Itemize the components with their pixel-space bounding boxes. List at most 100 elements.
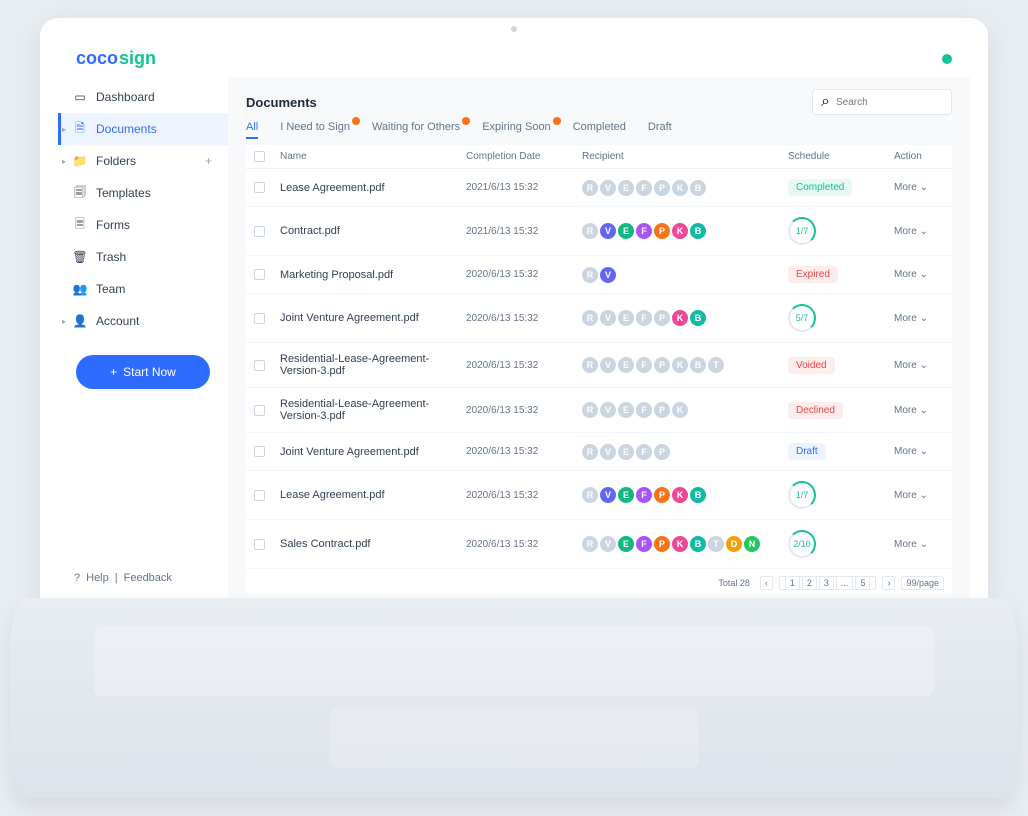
feedback-link[interactable]: Feedback <box>124 572 172 584</box>
pager-page[interactable]: 5 <box>855 576 870 590</box>
more-button[interactable]: More ⌄ <box>894 226 952 237</box>
more-button[interactable]: More ⌄ <box>894 360 952 371</box>
tab-waiting-for-others[interactable]: Waiting for Others <box>372 121 460 139</box>
doc-name[interactable]: Contract.pdf <box>280 225 460 237</box>
more-button[interactable]: More ⌄ <box>894 182 952 193</box>
pager-page[interactable]: 3 <box>819 576 834 590</box>
recipient-avatar: B <box>690 180 706 196</box>
row-checkbox[interactable] <box>254 360 265 371</box>
chevron-down-icon: ⌄ <box>920 360 928 371</box>
recipient-avatar: R <box>582 444 598 460</box>
more-button[interactable]: More ⌄ <box>894 313 952 324</box>
schedule-cell: Voided <box>788 357 888 374</box>
row-checkbox[interactable] <box>254 226 265 237</box>
recipient-avatar: V <box>600 223 616 239</box>
more-button[interactable]: More ⌄ <box>894 405 952 416</box>
notification-badge <box>462 117 470 125</box>
table-row: Contract.pdf2021/6/13 15:32RVEFPKB1/7Mor… <box>246 207 952 256</box>
more-button[interactable]: More ⌄ <box>894 446 952 457</box>
recipient-avatar: B <box>690 310 706 326</box>
row-checkbox[interactable] <box>254 446 265 457</box>
recipient-avatar: V <box>600 357 616 373</box>
pager-prev[interactable]: ‹ <box>760 576 773 590</box>
row-checkbox[interactable] <box>254 539 265 550</box>
recipient-avatar: F <box>636 223 652 239</box>
add-folder-icon[interactable]: + <box>205 154 212 168</box>
table-row: Residential-Lease-Agreement-Version-3.pd… <box>246 343 952 388</box>
progress-ring: 5/7 <box>788 304 816 332</box>
help-link[interactable]: Help <box>86 572 109 584</box>
recipient-avatar: R <box>582 536 598 552</box>
row-checkbox[interactable] <box>254 490 265 501</box>
search-input[interactable] <box>836 97 943 108</box>
sidebar-item-dashboard[interactable]: ▭Dashboard <box>58 81 228 113</box>
logo-part2: sign <box>119 48 156 69</box>
pager-page[interactable]: ... <box>836 576 854 590</box>
col-date[interactable]: Completion Date <box>466 151 576 162</box>
doc-name[interactable]: Residential-Lease-Agreement-Version-3.pd… <box>280 398 460 422</box>
sidebar-item-documents[interactable]: ▸🗎Documents <box>58 113 228 145</box>
chevron-down-icon: ⌄ <box>920 446 928 457</box>
more-button[interactable]: More ⌄ <box>894 539 952 550</box>
logo: cocosign <box>76 48 156 69</box>
recipient-avatar: K <box>672 487 688 503</box>
recipient-avatar: P <box>654 357 670 373</box>
sidebar-item-templates[interactable]: 🗐Templates <box>58 177 228 209</box>
tab-i-need-to-sign[interactable]: I Need to Sign <box>280 121 350 139</box>
pager-next[interactable]: › <box>882 576 895 590</box>
tab-completed[interactable]: Completed <box>573 121 626 139</box>
sidebar: ▭Dashboard ▸ 🗎 Documents ▸📁Folders+🗐Template… <box>58 77 228 598</box>
recipient-avatar: F <box>636 357 652 373</box>
recipient-avatar: P <box>654 444 670 460</box>
search-box[interactable]: ⌕ <box>812 89 952 115</box>
recipient-avatar: P <box>654 180 670 196</box>
chevron-right-icon: ▸ <box>62 317 66 326</box>
status-badge: Voided <box>788 357 835 374</box>
row-checkbox[interactable] <box>254 405 265 416</box>
doc-date: 2020/6/13 15:32 <box>466 269 576 280</box>
pager-perpage[interactable]: 99/page <box>901 576 944 590</box>
recipient-avatar: V <box>600 267 616 283</box>
pager-page[interactable]: 1 <box>785 576 800 590</box>
pager-page[interactable]: 2 <box>802 576 817 590</box>
sidebar-item-account[interactable]: ▸👤Account <box>58 305 228 337</box>
start-now-button[interactable]: + Start Now <box>76 355 210 389</box>
col-name[interactable]: Name <box>280 151 460 162</box>
tab-expiring-soon[interactable]: Expiring Soon <box>482 121 551 139</box>
table-row: Residential-Lease-Agreement-Version-3.pd… <box>246 388 952 433</box>
documents-icon: 🗎 <box>74 123 86 135</box>
doc-name[interactable]: Sales Contract.pdf <box>280 538 460 550</box>
sidebar-item-label: Documents <box>96 122 157 136</box>
recipient-avatar: N <box>744 536 760 552</box>
row-checkbox[interactable] <box>254 313 265 324</box>
sidebar-item-folders[interactable]: ▸📁Folders+ <box>58 145 228 177</box>
doc-name[interactable]: Joint Venture Agreement.pdf <box>280 446 460 458</box>
doc-name[interactable]: Marketing Proposal.pdf <box>280 269 460 281</box>
templates-icon: 🗐 <box>74 187 86 199</box>
sidebar-item-trash[interactable]: 🗑Trash <box>58 241 228 273</box>
doc-name[interactable]: Lease Agreement.pdf <box>280 182 460 194</box>
sidebar-item-forms[interactable]: 🗏Forms <box>58 209 228 241</box>
more-button[interactable]: More ⌄ <box>894 269 952 280</box>
tab-all[interactable]: All <box>246 121 258 139</box>
recipient-avatar: V <box>600 402 616 418</box>
recipient-avatar: E <box>618 487 634 503</box>
tab-draft[interactable]: Draft <box>648 121 672 139</box>
doc-name[interactable]: Joint Venture Agreement.pdf <box>280 312 460 324</box>
doc-name[interactable]: Lease Agreement.pdf <box>280 489 460 501</box>
logo-part1: coco <box>76 48 118 69</box>
row-checkbox[interactable] <box>254 269 265 280</box>
page-title: Documents <box>246 95 317 110</box>
schedule-cell: 5/7 <box>788 304 888 332</box>
chevron-down-icon: ⌄ <box>920 313 928 324</box>
sidebar-item-label: Team <box>96 282 125 296</box>
sidebar-item-team[interactable]: 👥Team <box>58 273 228 305</box>
row-checkbox[interactable] <box>254 182 265 193</box>
select-all-checkbox[interactable] <box>254 151 265 162</box>
doc-name[interactable]: Residential-Lease-Agreement-Version-3.pd… <box>280 353 460 377</box>
more-button[interactable]: More ⌄ <box>894 490 952 501</box>
sidebar-item-label: Trash <box>96 250 126 264</box>
schedule-cell: 2/10 <box>788 530 888 558</box>
chevron-right-icon: ▸ <box>62 157 66 166</box>
recipient-avatar: R <box>582 180 598 196</box>
